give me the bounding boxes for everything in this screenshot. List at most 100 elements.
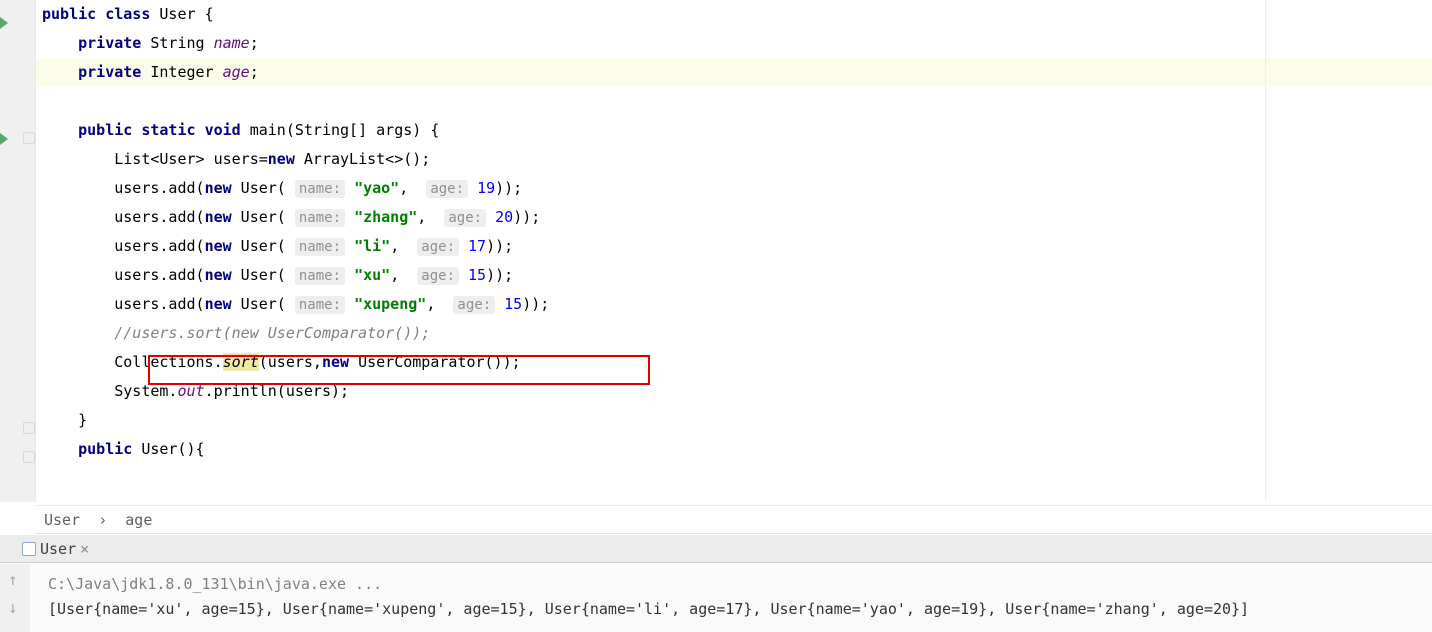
code-text: )); xyxy=(486,237,513,255)
chevron-right-icon: › xyxy=(98,511,107,529)
keyword: public xyxy=(78,440,132,458)
method-call: sort xyxy=(223,353,259,371)
fold-icon[interactable] xyxy=(23,422,35,434)
split-border[interactable] xyxy=(1265,0,1266,502)
keyword: new xyxy=(205,179,232,197)
keyword: new xyxy=(205,208,232,226)
fold-icon[interactable] xyxy=(23,451,35,463)
run-marker-icon[interactable] xyxy=(0,17,8,29)
string: "yao" xyxy=(354,179,399,197)
gutter xyxy=(0,0,36,502)
method-name: main xyxy=(250,121,286,139)
code-line: List<User> users=new ArrayList<>(); xyxy=(36,145,1432,174)
breadcrumb-item[interactable]: User xyxy=(44,511,80,529)
code-line-active: private Integer age; xyxy=(36,58,1432,87)
param-hint: name: xyxy=(295,209,345,227)
string: "xu" xyxy=(354,266,390,284)
code-text: .println(users); xyxy=(205,382,350,400)
keyword: new xyxy=(322,353,349,371)
breadcrumb[interactable]: User › age xyxy=(36,505,1432,534)
param-hint: age: xyxy=(417,267,459,285)
params: (String[] args) { xyxy=(286,121,440,139)
keyword: private xyxy=(78,34,141,52)
punct: ; xyxy=(250,63,259,81)
keyword: void xyxy=(205,121,241,139)
keyword: new xyxy=(205,266,232,284)
field: age xyxy=(223,63,250,81)
code-text: ArrayList<>(); xyxy=(295,150,430,168)
param-hint: name: xyxy=(295,238,345,256)
code-line: users.add(new User( name: "li", age: 17)… xyxy=(36,232,1432,261)
param-hint: name: xyxy=(295,180,345,198)
param-hint: age: xyxy=(444,209,486,227)
code-text: User( xyxy=(232,295,286,313)
punct: ; xyxy=(250,34,259,52)
comment: //users.sort(new UserComparator()); xyxy=(42,324,430,342)
console-result: [User{name='xu', age=15}, User{name='xup… xyxy=(48,600,1249,618)
up-arrow-icon[interactable]: ↑ xyxy=(8,570,18,589)
keyword: public xyxy=(42,5,96,23)
code-text: , xyxy=(399,179,417,197)
keyword: new xyxy=(268,150,295,168)
type: Integer xyxy=(150,63,213,81)
code-text: , xyxy=(390,237,408,255)
code-text: User( xyxy=(232,179,286,197)
run-window-tab[interactable]: User× xyxy=(0,535,1432,563)
type: String xyxy=(150,34,204,52)
run-tab-label: User xyxy=(40,540,76,558)
code-line: public class User { xyxy=(36,0,1432,29)
field: name xyxy=(214,34,250,52)
code-line: public User(){ xyxy=(36,435,1432,464)
breadcrumb-item[interactable]: age xyxy=(125,511,152,529)
number: 19 xyxy=(477,179,495,197)
field: out xyxy=(177,382,204,400)
code-text: System. xyxy=(42,382,177,400)
param-hint: name: xyxy=(295,267,345,285)
console-gutter: ↑ ↓ xyxy=(0,564,30,632)
code-text: users.add( xyxy=(42,237,205,255)
code-text: User(){ xyxy=(132,440,204,458)
code-line: users.add(new User( name: "xu", age: 15)… xyxy=(36,261,1432,290)
fold-icon[interactable] xyxy=(23,132,35,144)
code-text: users.add( xyxy=(42,208,205,226)
keyword: static xyxy=(141,121,195,139)
code-line: users.add(new User( name: "yao", age: 19… xyxy=(36,174,1432,203)
code-text: )); xyxy=(513,208,540,226)
code-text: )); xyxy=(495,179,522,197)
keyword: public xyxy=(78,121,132,139)
param-hint: age: xyxy=(453,296,495,314)
identifier: User { xyxy=(159,5,213,23)
number: 17 xyxy=(468,237,486,255)
code-text: , xyxy=(390,266,408,284)
param-hint: age: xyxy=(417,238,459,256)
code-line: System.out.println(users); xyxy=(36,377,1432,406)
number: 15 xyxy=(504,295,522,313)
console-output[interactable]: C:\Java\jdk1.8.0_131\bin\java.exe ... [U… xyxy=(48,572,1249,622)
number: 20 xyxy=(495,208,513,226)
run-marker-icon[interactable] xyxy=(0,133,8,145)
code-text: , xyxy=(426,295,444,313)
code-line: public static void main(String[] args) { xyxy=(36,116,1432,145)
code-text: )); xyxy=(522,295,549,313)
code-editor[interactable]: public class User { private String name;… xyxy=(36,0,1432,502)
code-text: Collections. xyxy=(42,353,223,371)
close-icon[interactable]: × xyxy=(80,540,89,558)
code-line: users.add(new User( name: "xupeng", age:… xyxy=(36,290,1432,319)
keyword: class xyxy=(105,5,150,23)
file-icon xyxy=(22,542,36,556)
code-line-blank xyxy=(36,87,1432,116)
code-text: User( xyxy=(232,237,286,255)
code-text: users.add( xyxy=(42,295,205,313)
keyword: new xyxy=(205,237,232,255)
code-text: users.add( xyxy=(42,179,205,197)
keyword: new xyxy=(205,295,232,313)
string: "zhang" xyxy=(354,208,417,226)
code-text: User( xyxy=(232,266,286,284)
code-text: )); xyxy=(486,266,513,284)
down-arrow-icon[interactable]: ↓ xyxy=(8,598,18,617)
code-line: } xyxy=(36,406,1432,435)
code-text: User( xyxy=(232,208,286,226)
code-text: (users, xyxy=(259,353,322,371)
code-line: private String name; xyxy=(36,29,1432,58)
string: "li" xyxy=(354,237,390,255)
